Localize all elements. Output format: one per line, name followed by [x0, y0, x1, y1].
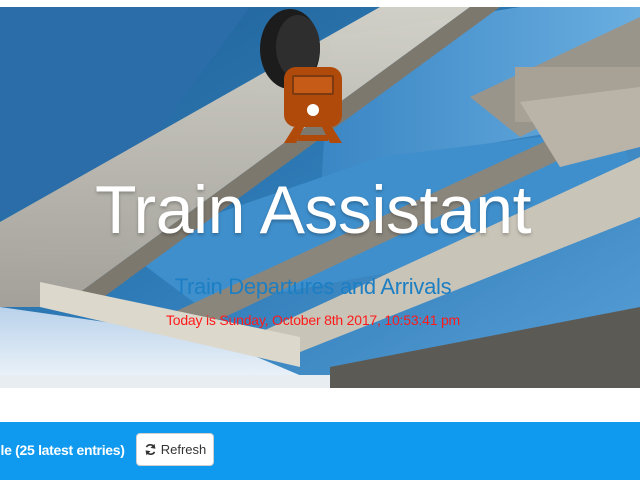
refresh-icon	[144, 443, 157, 456]
page-title: Train Assistant	[95, 172, 531, 248]
refresh-button[interactable]: Refresh	[136, 433, 214, 466]
page: Train Assistant Train Departures and Arr…	[0, 0, 640, 480]
schedule-panel-header: dule (25 latest entries) Refresh	[0, 422, 640, 480]
schedule-panel-title: dule (25 latest entries)	[0, 442, 125, 458]
page-subtitle: Train Departures and Arrivals	[174, 274, 452, 299]
current-datetime: Today is Sunday, October 8th 2017, 10:53…	[165, 312, 461, 328]
refresh-button-label: Refresh	[160, 442, 207, 457]
train-icon	[284, 67, 342, 143]
hero-banner: Train Assistant Train Departures and Arr…	[0, 7, 640, 388]
